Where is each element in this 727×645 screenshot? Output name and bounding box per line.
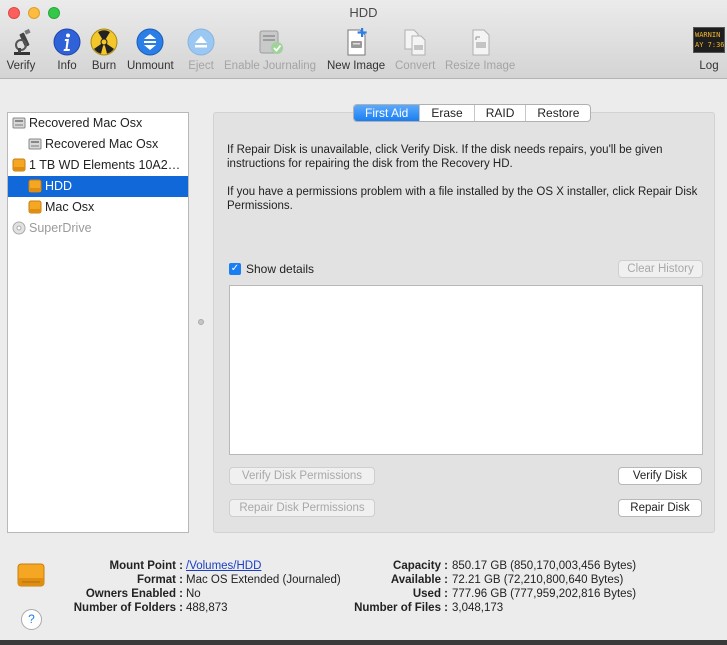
device-sidebar[interactable]: Recovered Mac Osx Recovered Mac Osx 1 TB… bbox=[7, 112, 189, 533]
tab-first-aid[interactable]: First Aid bbox=[354, 105, 420, 121]
sidebar-item-wd-elements[interactable]: 1 TB WD Elements 10A2… bbox=[8, 155, 188, 176]
used-label: Used : bbox=[412, 588, 448, 600]
burn-icon bbox=[90, 28, 118, 56]
clear-history-button[interactable]: Clear History bbox=[618, 260, 703, 278]
sidebar-item-superdrive[interactable]: SuperDrive bbox=[8, 218, 188, 239]
convert-icon bbox=[404, 29, 426, 56]
log-icon-line-2: AY 7:36 bbox=[695, 41, 725, 49]
drive-icon bbox=[17, 563, 45, 587]
repair-disk-button[interactable]: Repair Disk bbox=[618, 499, 702, 517]
sidebar-item-label: Recovered Mac Osx bbox=[45, 137, 159, 151]
first-aid-panel: If Repair Disk is unavailable, click Ver… bbox=[213, 112, 715, 533]
tab-restore[interactable]: Restore bbox=[525, 105, 590, 121]
volume-icon bbox=[28, 200, 42, 214]
optical-drive-icon bbox=[12, 221, 26, 235]
journaling-icon bbox=[259, 30, 284, 54]
tab-bar: First Aid Erase RAID Restore bbox=[353, 104, 592, 122]
owners-enabled-value: No bbox=[186, 588, 201, 600]
sidebar-item-mac-osx[interactable]: Mac Osx bbox=[8, 197, 188, 218]
convert-label: Convert bbox=[395, 60, 436, 72]
sidebar-item-hdd[interactable]: HDD bbox=[8, 176, 188, 197]
enable-journaling-label: Enable Journaling bbox=[224, 60, 317, 72]
sidebar-item-label: 1 TB WD Elements 10A2… bbox=[29, 158, 181, 172]
verify-label: Verify bbox=[6, 60, 36, 72]
info-label: Info bbox=[57, 60, 77, 72]
new-image-button[interactable]: New Image bbox=[327, 27, 385, 72]
external-drive-icon bbox=[12, 158, 26, 172]
new-image-label: New Image bbox=[327, 60, 386, 72]
convert-button[interactable]: Convert bbox=[395, 27, 435, 72]
owners-enabled-label: Owners Enabled : bbox=[85, 588, 183, 600]
verify-disk-button[interactable]: Verify Disk bbox=[618, 467, 702, 485]
repair-disk-permissions-button[interactable]: Repair Disk Permissions bbox=[229, 499, 375, 517]
volume-icon bbox=[28, 179, 42, 193]
log-button[interactable]: WARNIN AY 7:36 Log bbox=[693, 27, 725, 72]
disk-image-volume-icon bbox=[28, 138, 42, 150]
mount-point-label: Mount Point : bbox=[109, 560, 183, 572]
sidebar-item-label: HDD bbox=[45, 179, 73, 193]
unmount-button[interactable]: Unmount bbox=[127, 27, 174, 72]
number-of-files-value: 3,048,173 bbox=[452, 602, 504, 614]
disk-image-icon bbox=[12, 117, 26, 129]
available-value: 72.21 GB (72,210,800,640 Bytes) bbox=[452, 574, 624, 586]
verify-disk-permissions-button[interactable]: Verify Disk Permissions bbox=[229, 467, 375, 485]
disk-utility-window: HDD Verify Info Burn Unmount Eject Enabl… bbox=[0, 0, 727, 640]
sidebar-item-label: SuperDrive bbox=[29, 221, 92, 235]
available-label: Available : bbox=[390, 574, 448, 586]
first-aid-paragraph-2: If you have a permissions problem with a… bbox=[227, 186, 698, 212]
mount-point-link[interactable]: /Volumes/HDD bbox=[186, 560, 261, 572]
capacity-label: Capacity : bbox=[393, 560, 448, 572]
resize-image-label: Resize Image bbox=[445, 60, 516, 72]
eject-label: Eject bbox=[188, 60, 214, 72]
number-of-files-label: Number of Files : bbox=[354, 602, 448, 614]
sidebar-item-label: Mac Osx bbox=[45, 200, 95, 214]
resize-image-icon bbox=[472, 29, 490, 56]
burn-label: Burn bbox=[91, 60, 117, 72]
format-value: Mac OS Extended (Journaled) bbox=[186, 574, 341, 586]
number-of-folders-value: 488,873 bbox=[186, 602, 228, 614]
info-icon bbox=[53, 28, 81, 56]
eject-icon bbox=[187, 28, 215, 56]
microscope-icon bbox=[14, 28, 31, 55]
eject-button[interactable]: Eject bbox=[186, 27, 216, 72]
log-icon: WARNIN AY 7:36 bbox=[693, 27, 725, 53]
new-image-icon bbox=[347, 28, 367, 56]
unmount-icon bbox=[136, 28, 164, 56]
number-of-folders-label: Number of Folders : bbox=[73, 602, 183, 614]
used-value: 777.96 GB (777,959,202,816 Bytes) bbox=[452, 588, 637, 600]
sidebar-item-recovered-image[interactable]: Recovered Mac Osx bbox=[8, 113, 188, 134]
window-title: HDD bbox=[349, 5, 378, 20]
sidebar-item-label: Recovered Mac Osx bbox=[29, 116, 143, 130]
verify-button[interactable]: Verify bbox=[6, 27, 36, 72]
capacity-value: 850.17 GB (850,170,003,456 Bytes) bbox=[452, 560, 637, 572]
log-icon-line-1: WARNIN bbox=[695, 31, 721, 39]
title-toolbar: HDD Verify Info Burn Unmount Eject Enabl… bbox=[0, 0, 727, 79]
info-button[interactable]: Info bbox=[52, 27, 82, 72]
help-button[interactable]: ? bbox=[21, 609, 42, 630]
tab-raid[interactable]: RAID bbox=[473, 105, 526, 121]
enable-journaling-button[interactable]: Enable Journaling bbox=[224, 27, 316, 72]
resize-image-button[interactable]: Resize Image bbox=[445, 27, 515, 72]
first-aid-paragraph-1: If Repair Disk is unavailable, click Ver… bbox=[227, 144, 663, 170]
format-label: Format : bbox=[137, 574, 183, 586]
tab-erase[interactable]: Erase bbox=[419, 105, 473, 121]
mount-point-value[interactable]: /Volumes/HDD bbox=[186, 560, 261, 572]
unmount-label: Unmount bbox=[127, 60, 174, 72]
burn-button[interactable]: Burn bbox=[89, 27, 119, 72]
show-details-checkbox[interactable]: ✓ bbox=[229, 263, 241, 275]
volume-info-bar: ? Mount Point : /Volumes/HDD Format : Ma… bbox=[0, 545, 727, 640]
desktop-background bbox=[0, 640, 727, 645]
sidebar-item-recovered-volume[interactable]: Recovered Mac Osx bbox=[8, 134, 188, 155]
split-view-handle[interactable] bbox=[198, 319, 204, 325]
details-log-area[interactable] bbox=[229, 285, 703, 455]
show-details-label: Show details bbox=[246, 262, 315, 276]
log-label: Log bbox=[699, 60, 719, 72]
